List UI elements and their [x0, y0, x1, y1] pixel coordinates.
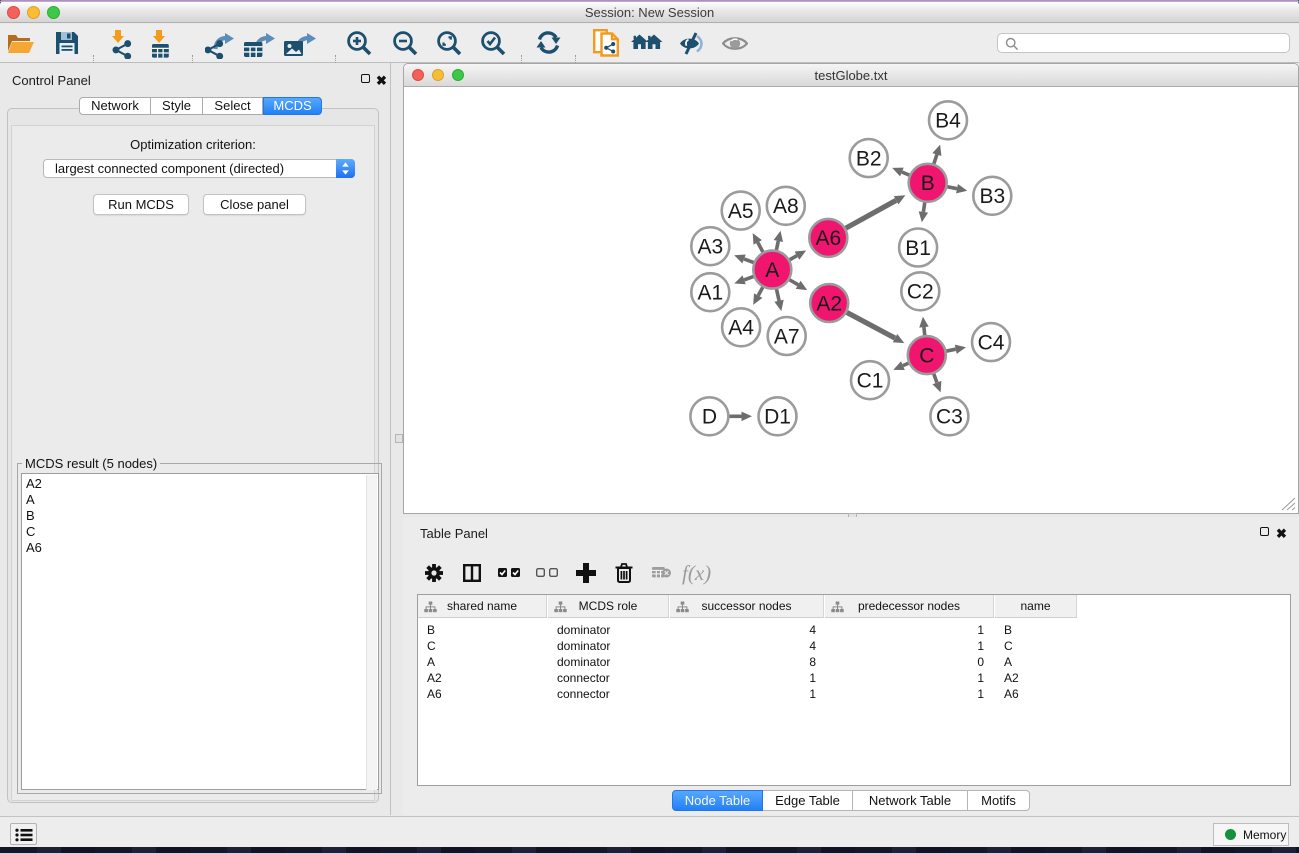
svg-text:C2: C2 — [907, 281, 934, 304]
svg-text:A: A — [765, 259, 779, 282]
svg-text:A1: A1 — [697, 282, 723, 305]
svg-text:C: C — [919, 344, 934, 367]
svg-text:A3: A3 — [697, 236, 723, 259]
svg-text:A8: A8 — [773, 195, 799, 218]
svg-text:B1: B1 — [905, 237, 931, 260]
svg-text:A7: A7 — [774, 325, 800, 348]
svg-text:A2: A2 — [816, 292, 842, 315]
svg-text:A4: A4 — [728, 317, 754, 340]
svg-text:B4: B4 — [935, 110, 961, 133]
svg-text:B3: B3 — [979, 185, 1005, 208]
svg-text:A6: A6 — [815, 227, 841, 250]
svg-text:D1: D1 — [764, 406, 791, 429]
svg-text:C3: C3 — [936, 406, 963, 429]
svg-text:A5: A5 — [728, 200, 754, 223]
svg-text:C4: C4 — [978, 331, 1005, 354]
svg-text:B: B — [921, 172, 935, 195]
svg-text:C1: C1 — [857, 370, 884, 393]
svg-text:D: D — [702, 406, 717, 429]
svg-text:B2: B2 — [856, 147, 882, 170]
